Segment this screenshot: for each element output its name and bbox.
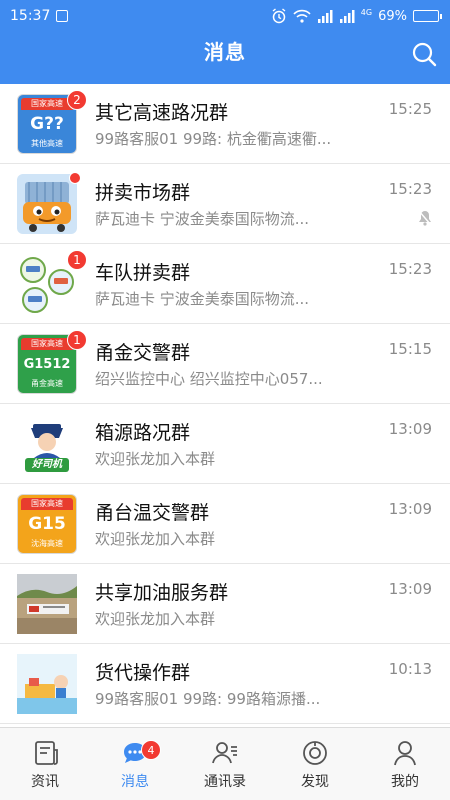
group-name: 甬台温交警群 (95, 502, 210, 524)
message-preview: 萨瓦迪卡 宁波金美泰国际物流... (95, 290, 310, 308)
tab-discover[interactable]: 发现 (270, 728, 360, 800)
discover-icon (300, 738, 330, 768)
group-avatar[interactable] (17, 172, 81, 234)
group-avatar[interactable]: 好司机 (17, 414, 77, 474)
sign-code: G15 (28, 514, 66, 534)
group-avatar[interactable]: 国家高速 G15 沈海高速 (17, 494, 77, 554)
screenshot-icon (56, 10, 69, 22)
tab-profile[interactable]: 我的 (360, 728, 450, 800)
tab-label: 通讯录 (204, 774, 246, 790)
message-preview: 萨瓦迪卡 宁波金美泰国际物流... (95, 210, 310, 228)
tab-badge: 4 (141, 740, 161, 760)
message-time: 13:09 (388, 420, 432, 438)
tab-label: 我的 (391, 774, 419, 790)
search-icon (412, 42, 437, 67)
message-preview: 绍兴监控中心 绍兴监控中心057... (95, 370, 323, 388)
group-name: 货代操作群 (95, 662, 191, 684)
sign-top-label: 国家高速 (21, 338, 73, 350)
tab-label: 发现 (301, 774, 329, 790)
message-time: 15:25 (388, 100, 432, 118)
contacts-icon (210, 738, 240, 768)
status-bar: 15:37 4G 69% (0, 0, 450, 32)
message-time: 13:09 (388, 580, 432, 598)
message-time: 10:13 (388, 660, 432, 678)
tab-contacts[interactable]: 通讯录 (180, 728, 270, 800)
message-time: 13:09 (388, 500, 432, 518)
group-name: 车队拼卖群 (95, 262, 191, 284)
group-name: 箱源路况群 (95, 422, 191, 444)
profile-icon (390, 738, 420, 768)
page-title: 消息 (204, 40, 246, 64)
message-row[interactable]: 1 车队拼卖群 萨瓦迪卡 宁波金美泰国际物流... 15:23 (0, 244, 450, 324)
message-row[interactable]: 国家高速 G?? 其他高速 2 其它高速路况群 99路客服01 99路: 杭金衢… (0, 84, 450, 164)
message-list[interactable]: 国家高速 G?? 其他高速 2 其它高速路况群 99路客服01 99路: 杭金衢… (0, 84, 450, 727)
signal-icon (317, 9, 333, 23)
app-header: 15:37 4G 69% 消息 (0, 0, 450, 84)
message-preview: 欢迎张龙加入本群 (95, 530, 216, 548)
network-type-label: 4G (360, 7, 373, 17)
sign-bottom-label: 沈海高速 (31, 539, 63, 548)
group-avatar[interactable]: 国家高速 G?? 其他高速 2 (17, 90, 87, 154)
gas-station-photo-icon (17, 574, 77, 634)
unread-badge: 1 (67, 250, 87, 270)
group-avatar[interactable]: 国家高速 G1512 甬金高速 1 (17, 330, 87, 394)
message-preview: 99路客服01 99路: 杭金衢高速衢... (95, 130, 332, 148)
group-name: 甬金交警群 (95, 342, 191, 364)
sign-top-label: 国家高速 (21, 498, 73, 510)
group-name: 其它高速路况群 (95, 102, 229, 124)
message-row[interactable]: 拼卖市场群 萨瓦迪卡 宁波金美泰国际物流... 15:23 (0, 164, 450, 244)
wifi-icon (293, 9, 311, 23)
group-avatar[interactable] (17, 654, 77, 714)
message-preview: 欢迎张龙加入本群 (95, 610, 216, 628)
group-name: 共享加油服务群 (95, 582, 229, 604)
message-row[interactable]: 国家高速 G1512 甬金高速 1 甬金交警群 绍兴监控中心 绍兴监控中心057… (0, 324, 450, 404)
search-button[interactable] (410, 40, 438, 68)
sign-code: G?? (30, 114, 64, 134)
mute-bell-icon (418, 210, 432, 226)
sign-code: G1512 (23, 356, 71, 372)
message-preview: 欢迎张龙加入本群 (95, 450, 216, 468)
message-row[interactable]: 国家高速 G15 沈海高速 甬台温交警群 欢迎张龙加入本群 13:09 (0, 484, 450, 564)
message-time: 15:23 (388, 180, 432, 198)
tab-label: 消息 (121, 774, 149, 790)
driver-avatar-label: 好司机 (32, 459, 62, 470)
battery-percent: 69% (378, 8, 407, 24)
message-row[interactable]: 共享加油服务群 欢迎张龙加入本群 13:09 (0, 564, 450, 644)
alarm-icon (271, 8, 287, 24)
message-preview: 99路客服01 99路: 99路箱源播... (95, 690, 321, 708)
battery-icon (413, 10, 442, 22)
tab-news[interactable]: 资讯 (0, 728, 90, 800)
message-row[interactable]: 好司机 箱源路况群 欢迎张龙加入本群 13:09 (0, 404, 450, 484)
unread-dot (69, 172, 81, 184)
news-icon (30, 738, 60, 768)
message-time: 15:23 (388, 260, 432, 278)
truck-avatar-icon (17, 174, 77, 234)
signal-4g-icon (339, 9, 361, 23)
unread-badge: 1 (67, 330, 87, 350)
tab-chat[interactable]: 消息 4 (90, 728, 180, 800)
status-time: 15:37 (10, 8, 51, 24)
status-right: 4G 69% (271, 8, 442, 24)
message-row[interactable]: 货代操作群 99路客服01 99路: 99路箱源播... 10:13 (0, 644, 450, 724)
unread-badge: 2 (67, 90, 87, 110)
group-name: 拼卖市场群 (95, 182, 191, 204)
sign-bottom-label: 其他高速 (31, 139, 63, 148)
message-time: 15:15 (388, 340, 432, 358)
bottom-tab-bar: 资讯 消息 4 通讯录 发现 我的 (0, 727, 450, 800)
group-avatar[interactable]: 1 (17, 250, 87, 314)
tab-label: 资讯 (31, 774, 59, 790)
group-avatar[interactable] (17, 574, 77, 634)
sign-bottom-label: 甬金高速 (31, 379, 63, 388)
cartoon-avatar-icon (17, 654, 77, 714)
sign-top-label: 国家高速 (21, 98, 73, 110)
